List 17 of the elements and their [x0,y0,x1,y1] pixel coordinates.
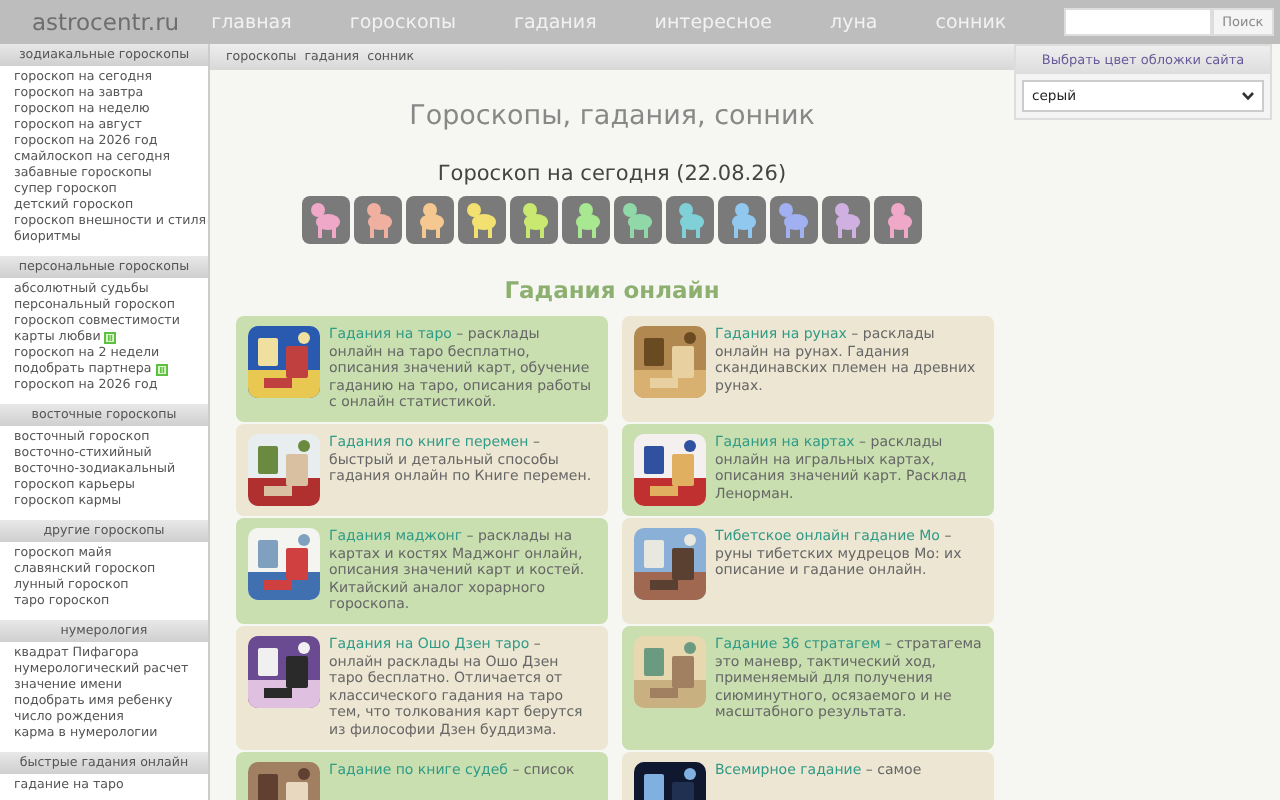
zodiac-figure-icon[interactable] [406,196,454,244]
zodiac-figure-icon[interactable] [458,196,506,244]
zodiac-figure-icon[interactable] [666,196,714,244]
zodiac-figure-icon[interactable] [510,196,558,244]
zodiac-figure-icon[interactable] [562,196,610,244]
zodiac-figure-icon[interactable] [770,196,818,244]
zodiac-figure-icon[interactable] [354,196,402,244]
search-field[interactable] [1064,8,1213,36]
zodiac-figure-icon[interactable] [822,196,870,244]
zodiac-figure-icon[interactable] [874,196,922,244]
section-heading: Гадания онлайн [502,276,722,304]
page-title: Гороскопы, гадания, сонник [407,100,817,132]
chevron-down-icon [1242,92,1254,100]
section-subtitle: Гороскоп на сегодня (22.08.26) [435,162,789,186]
zodiac-figure-icon[interactable] [302,196,350,244]
zodiac-figure-icon[interactable] [614,196,662,244]
zodiac-figure-icon[interactable] [718,196,766,244]
